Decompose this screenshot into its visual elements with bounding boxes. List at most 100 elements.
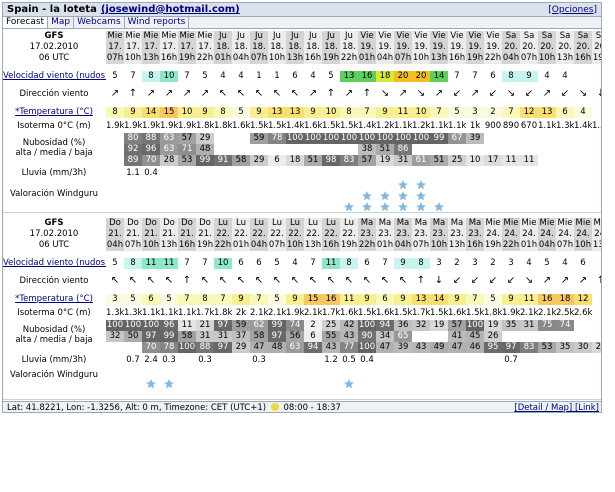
cloud-mid-cell [592, 144, 601, 155]
temperature-cell: 7 [358, 107, 376, 118]
cloud-mid-cell: 71 [178, 144, 196, 155]
isotherm-cell: 1.6k [232, 121, 250, 131]
sun-times: 08:00 - 18:37 [283, 403, 341, 413]
time-header-cell: 22h [484, 53, 502, 64]
sun-icon [270, 403, 279, 411]
wind-speed-cell: 6 [484, 71, 502, 82]
model-label: 06 UTC [38, 240, 70, 250]
time-header-cell: 19h [196, 240, 214, 251]
cloud-high-cell: 94 [376, 320, 394, 331]
cloud-mid-cell [232, 144, 250, 155]
temp-label[interactable]: *Temperatura (°C) [3, 294, 105, 305]
cloud-low-cell: 35 [556, 342, 574, 353]
time-header-cell: 07h [412, 240, 430, 251]
cloud-high-cell: 57 [178, 133, 196, 144]
cloud-high-cell: 19 [484, 320, 502, 331]
wind-speed-cell: 9 [394, 258, 412, 269]
time-header-cell: 21. [160, 229, 178, 240]
rain-cell: 0.3 [198, 355, 212, 365]
isotherm-cell: 1.5k [466, 308, 484, 318]
time-header-cell: 20. [538, 42, 556, 53]
detail-map-links[interactable]: [Detail / Map] [Link] [514, 402, 599, 412]
time-header-cell: 19h [466, 53, 484, 64]
time-header-cell: 07h [106, 53, 124, 64]
cloud-low-cell [592, 155, 601, 166]
isotherm-cell: 2k [235, 308, 247, 318]
rain-cell [106, 355, 124, 366]
time-header-cell: Vie [448, 31, 466, 42]
time-header-cell: 24. [502, 229, 520, 240]
cloud-low-cell: 11 [520, 155, 538, 166]
temperature-cell: 5 [268, 294, 286, 305]
tab-map[interactable]: Map [48, 17, 75, 28]
time-header-cell: Ma [430, 218, 448, 229]
cloud-high-cell: 19 [430, 320, 448, 331]
cloud-mid-cell [502, 144, 520, 155]
isotherm-cell: 2.5k [556, 308, 574, 318]
time-header-cell: Ju [340, 31, 358, 42]
rain-cell [340, 168, 358, 179]
rain-cell [484, 168, 502, 179]
wind-speed-cell: 5 [196, 71, 214, 82]
rain-cell [358, 168, 376, 179]
tab-webcams[interactable]: Webcams [74, 17, 125, 28]
time-header-cell: 17. [106, 42, 124, 53]
temp-label[interactable]: *Temperatura (°C) [3, 107, 105, 118]
time-header-cell: 22. [214, 229, 232, 240]
rain-cell [106, 168, 124, 179]
rating-star-icon: ★ [379, 190, 391, 202]
tab-wind-reports[interactable]: Wind reports [125, 17, 190, 28]
cloud-high-cell: 42 [340, 320, 358, 331]
time-header-cell: Sa [574, 31, 592, 42]
isotherm-cell: 1.1k [142, 308, 160, 318]
time-header-cell: Vie [358, 31, 376, 42]
cloud-high-cell: 96 [160, 320, 178, 331]
wind-direction-arrow: ↗ [434, 88, 444, 99]
temperature-cell: 11 [340, 294, 358, 305]
cloud-high-cell: 100 [340, 133, 358, 144]
time-header-cell: Mie [106, 31, 124, 42]
time-header-cell: 20. [520, 42, 538, 53]
cloud-mid-cell: 90 [358, 331, 376, 342]
temperature-cell: 4 [574, 107, 592, 118]
temperature-cell: 9 [304, 107, 322, 118]
tab-forecast[interactable]: Forecast [3, 17, 49, 28]
isotherm-cell: 2.1k [304, 308, 322, 318]
temperature-cell: 3 [106, 294, 124, 305]
rain-cell: 1.1 [126, 168, 140, 178]
cloud-low-cell: 51 [430, 155, 448, 166]
cloud-low-cell [106, 155, 124, 166]
isotherm-cell: 1.5k [250, 121, 268, 131]
cloud-mid-cell [520, 331, 538, 342]
wind-speed-cell: 6 [574, 258, 592, 269]
rain-cell [520, 168, 538, 179]
wind-direction-arrow: ↖ [272, 88, 282, 99]
options-link[interactable]: [Opciones] [548, 5, 597, 15]
cloud-mid-cell [340, 144, 358, 155]
wind-speed-cell: 4 [538, 71, 556, 82]
cloud-high-cell [502, 133, 520, 144]
forecast-block-1: GFS 17.02.2010 06 UTC Mie Mie Mie Mie Mie Mie Ju J… [3, 31, 601, 213]
isotherm-cell: 1.3k [124, 308, 142, 318]
temperature-cell: 9 [502, 294, 520, 305]
isotherm-cell: 1.1k [448, 121, 466, 131]
time-header-cell: Mie [520, 218, 538, 229]
time-header-cell: 22h [502, 240, 520, 251]
time-header-cell: 13h [556, 53, 574, 64]
cloud-low-cell [124, 342, 142, 353]
cloud-mid-cell [286, 144, 304, 155]
rain-cell [538, 355, 556, 366]
cloud-mid-cell: 56 [286, 331, 304, 342]
wind-label[interactable]: Velocidad viento (nudos) [3, 258, 108, 269]
isotherm-cell: 1.4k [574, 121, 592, 131]
email-link[interactable]: (josewind@hotmail.com) [101, 4, 240, 15]
isotherm-cell: 2.6k [574, 308, 592, 318]
wind-label[interactable]: Velocidad viento (nudos) [3, 71, 108, 82]
time-header-cell: Ju [268, 31, 286, 42]
time-header-cell: 22. [286, 229, 304, 240]
rain-cell [178, 355, 196, 366]
time-header-cell: Ju [250, 31, 268, 42]
cloud-mid-cell [412, 144, 430, 155]
isotherm-cell: 1.6k [304, 121, 322, 131]
rain-cell [574, 355, 592, 366]
